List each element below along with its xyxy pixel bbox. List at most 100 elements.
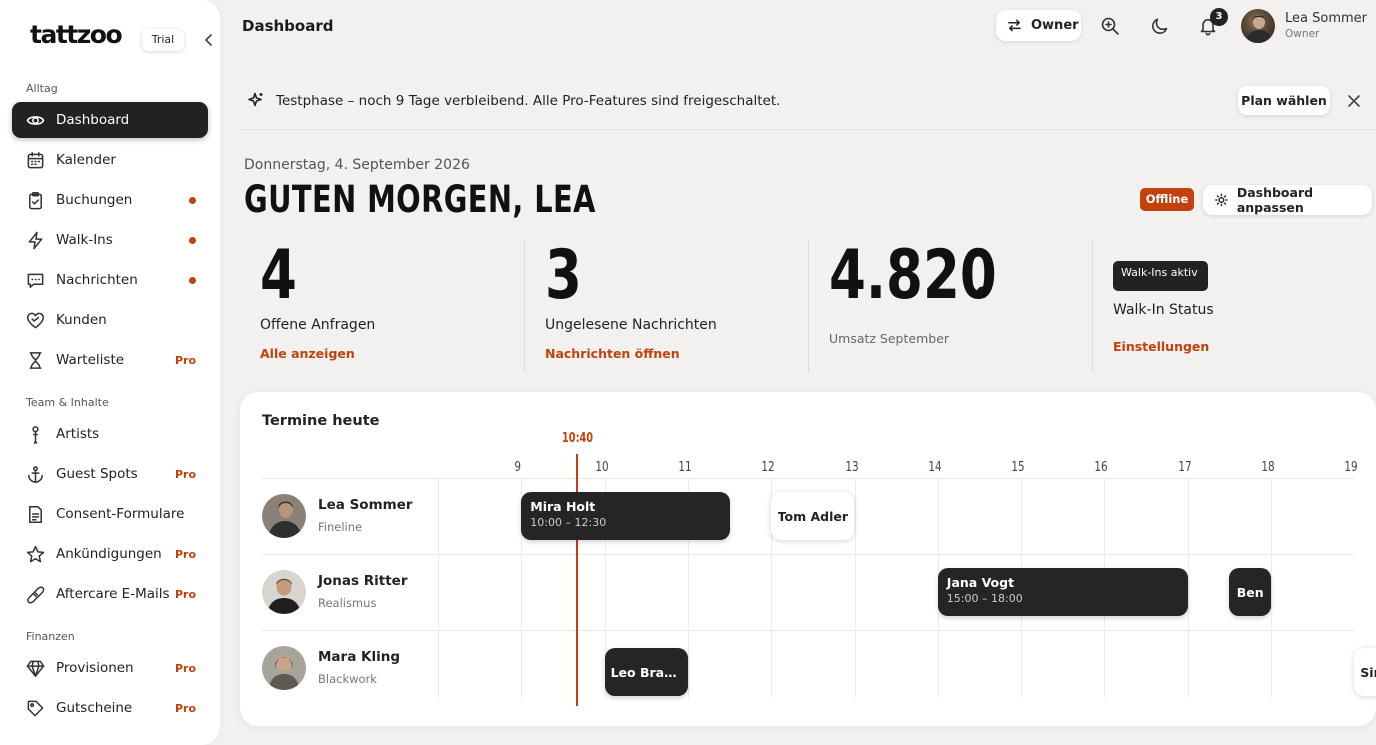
sidebar-item-label: Buchungen [56, 192, 133, 208]
sidebar-item-label: Kunden [56, 312, 107, 328]
sidebar-item-kunden[interactable]: Kunden [12, 302, 208, 338]
avatar[interactable] [262, 570, 306, 614]
open-requests-count: 4 [260, 236, 297, 315]
show-all-requests-link[interactable]: Alle anzeigen [260, 346, 355, 361]
role-switch-label: Owner [1031, 18, 1079, 33]
sidebar-item-guest-spots[interactable]: Guest Spots Pro [12, 456, 208, 492]
walkin-settings-link[interactable]: Einstellungen [1113, 339, 1209, 354]
appointment-client-name: Jana Vogt [946, 575, 1015, 590]
stat-divider [524, 240, 525, 372]
appointment-client-name: Mira Holt [530, 499, 596, 514]
hour-label: 15 [1011, 460, 1025, 475]
sidebar-item-label: Consent-Formulare [56, 506, 185, 522]
sidebar-item-provisionen[interactable]: Provisionen Pro [12, 650, 208, 686]
sidebar-item-walk-ins[interactable]: Walk-Ins [12, 222, 208, 258]
sidebar-item-aftercare-emails[interactable]: Aftercare E-Mails Pro [12, 576, 208, 612]
choose-plan-button[interactable]: Plan wählen [1238, 86, 1330, 115]
stat-divider [1092, 240, 1093, 372]
sidebar-item-label: Gutscheine [56, 700, 133, 716]
appointments-title: Termine heute [262, 413, 380, 429]
appointment-block[interactable]: Jana Vogt 15:00 – 18:00 [937, 568, 1188, 616]
sidebar-item-dashboard[interactable]: Dashboard [12, 102, 208, 138]
moon-icon [1152, 18, 1168, 34]
current-time-label: 10:40 [562, 431, 594, 446]
sun-icon [1215, 193, 1228, 207]
sidebar-item-label: Walk-Ins [56, 232, 113, 248]
sidebar-item-consent-formulare[interactable]: Consent-Formulare [12, 496, 208, 532]
customize-dashboard-label: Dashboard anpassen [1236, 185, 1314, 215]
hour-gridline [854, 478, 856, 698]
appointment-client-name: Tom Adler [777, 508, 849, 524]
sidebar-item-nachrichten[interactable]: Nachrichten [12, 262, 208, 298]
customize-dashboard-button[interactable]: Dashboard anpassen [1203, 185, 1372, 215]
hour-label: 18 [1261, 460, 1275, 475]
appointment-block[interactable]: Tom Adler [771, 492, 855, 540]
hour-gridline [1187, 478, 1189, 698]
page-title: Dashboard [242, 17, 334, 35]
user-avatar[interactable] [1241, 9, 1275, 43]
pro-badge: Pro [174, 468, 196, 481]
hour-label: 19 [1344, 460, 1358, 475]
artist-photo-icon [262, 494, 306, 538]
trial-banner-text: Testphase – noch 9 Tage verbleibend. All… [276, 93, 781, 109]
pro-badge: Pro [174, 588, 196, 601]
sidebar-item-warteliste[interactable]: Warteliste Pro [12, 342, 208, 378]
collapse-sidebar-button[interactable] [200, 31, 218, 49]
artist-photo-icon [262, 570, 306, 614]
close-banner-button[interactable] [1347, 93, 1361, 107]
avatar[interactable] [262, 646, 306, 690]
artist-name: Mara Kling [318, 649, 401, 665]
sidebar-item-label: Ankündigungen [56, 546, 162, 562]
appointment-block[interactable]: Sina Krüg… [1354, 648, 1376, 696]
zoom-in-icon [1101, 17, 1119, 35]
sidebar-item-ankuendigungen[interactable]: Ankündigungen Pro [12, 536, 208, 572]
status-badge[interactable]: Offline [1140, 188, 1194, 211]
appointment-block[interactable]: Leo Brandt [604, 648, 688, 696]
open-requests-label: Offene Anfragen [260, 317, 376, 333]
artist-name: Lea Sommer [318, 497, 413, 513]
revenue-currency: € [976, 283, 988, 302]
section-label-alltag: Alltag [26, 82, 58, 95]
sidebar-item-gutscheine[interactable]: Gutscheine Pro [12, 690, 208, 726]
unread-messages-count: 3 [545, 236, 582, 315]
sidebar-item-label: Provisionen [56, 660, 134, 676]
avatar[interactable] [262, 494, 306, 538]
role-switch-button[interactable]: Owner [996, 10, 1081, 41]
eye-icon [26, 115, 45, 125]
appointment-time: 10:00 – 12:30 [530, 516, 607, 529]
user-name: Lea Sommer [1285, 11, 1367, 26]
row-divider [262, 630, 1354, 631]
needle-icon [32, 425, 39, 444]
artist-style: Realismus [318, 596, 377, 610]
swap-icon [1008, 19, 1021, 32]
hour-label: 11 [678, 460, 692, 475]
pro-badge: Pro [174, 702, 196, 715]
section-label-team: Team & Inhalte [26, 396, 109, 409]
walkin-status-badge: Walk-Ins aktiv [1113, 261, 1208, 291]
dark-mode-toggle[interactable] [1150, 16, 1170, 36]
bandage-icon [27, 585, 45, 603]
row-divider [262, 478, 1354, 479]
sidebar-item-label: Nachrichten [56, 272, 138, 288]
zoom-button[interactable] [1100, 16, 1120, 36]
sidebar-item-artists[interactable]: Artists [12, 416, 208, 452]
hour-label: 14 [928, 460, 942, 475]
open-messages-link[interactable]: Nachrichten öffnen [545, 346, 680, 361]
chevron-left-icon [205, 34, 212, 46]
appointment-block[interactable]: Mira Holt 10:00 – 12:30 [521, 492, 730, 540]
greeting-headline: GUTEN MORGEN, LEA [244, 178, 596, 221]
appointments-card: Termine heute 10:40 Lea Sommer Fineline … [240, 392, 1376, 726]
sidebar-item-kalender[interactable]: Kalender [12, 142, 208, 178]
trial-banner: Testphase – noch 9 Tage verbleibend. All… [240, 72, 1376, 130]
unread-dot [189, 197, 196, 204]
current-date: Donnerstag, 4. September 2026 [244, 157, 470, 173]
revenue-value: 4.820 [829, 236, 997, 315]
user-role: Owner [1285, 28, 1320, 40]
sidebar-item-label: Aftercare E-Mails [56, 586, 170, 602]
sidebar-item-buchungen[interactable]: Buchungen [12, 182, 208, 218]
appointment-block[interactable]: Ben [1229, 568, 1271, 616]
stat-divider [808, 240, 809, 372]
unread-dot [189, 237, 196, 244]
unread-dot [189, 277, 196, 284]
tattzoo-logo[interactable]: tattzoo [30, 20, 123, 49]
